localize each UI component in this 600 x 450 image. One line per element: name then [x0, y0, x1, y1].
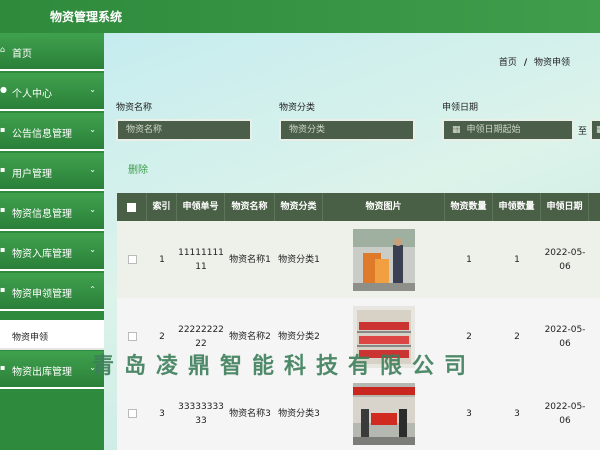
cell-image	[323, 221, 445, 298]
cell-category: 物资分类3	[278, 408, 320, 419]
cell-index: 3	[159, 408, 165, 419]
filter-name-label: 物资名称	[116, 103, 153, 113]
sidebar-item-material-info[interactable]: ▪ 物资信息管理 ⌄	[0, 193, 104, 231]
calendar-icon: ▦	[596, 121, 600, 139]
breadcrumb-separator: /	[523, 58, 528, 68]
filter-category-placeholder: 物资分类	[289, 125, 326, 135]
row-checkbox[interactable]	[127, 332, 137, 341]
cell-date: 2022-05-06	[544, 247, 586, 272]
header-apply-qty: 申领数量	[493, 193, 541, 221]
chevron-down-icon: ⌄	[89, 165, 96, 174]
filter-category-label: 物资分类	[279, 103, 316, 113]
sidebar-item-outbound[interactable]: ▪ 物资出库管理 ⌄	[0, 351, 104, 389]
cell-qty: 1	[466, 254, 472, 265]
sidebar-item-label: 物资入库管理	[12, 249, 72, 260]
breadcrumb: 首页 / 物资申领	[499, 55, 570, 68]
filter-category-input[interactable]: 物资分类	[279, 119, 415, 141]
material-image[interactable]	[353, 382, 415, 445]
filter-date-start-input[interactable]: ▦ 申领日期起始	[442, 119, 574, 141]
user-icon: ●	[0, 85, 7, 94]
filter-date-placeholder: 申领日期起始	[466, 125, 521, 135]
sidebar-item-notice-management[interactable]: ▪ 公告信息管理 ⌄	[0, 113, 104, 151]
header-qty: 物资数量	[445, 193, 493, 221]
sidebar-item-label: 物资申领管理	[12, 289, 72, 300]
sidebar-item-label: 物资信息管理	[12, 209, 72, 220]
main-content: 首页 / 物资申领 物资名称 物资名称 物资分类 物资分类 申领日期 ▦ 申领日期…	[104, 33, 600, 450]
cell-qty: 3	[466, 408, 472, 419]
cell-name: 物资名称3	[229, 408, 271, 419]
cell-order-no: 3333333333	[178, 401, 224, 426]
chevron-down-icon: ⌄	[89, 245, 96, 254]
table-row[interactable]: 3 3333333333 物资名称3 物资分类3 3 3 2022-05-06	[117, 375, 600, 450]
home-icon: ⌂	[0, 45, 6, 54]
table-header: 索引 申领单号 物资名称 物资分类 物资图片 物资数量 申领数量 申领日期	[117, 193, 600, 221]
cell-apply-qty: 3	[514, 408, 520, 419]
delete-button[interactable]: 删除	[128, 161, 148, 176]
cell-order-no: 1111111111	[178, 247, 224, 272]
chevron-down-icon: ⌄	[89, 85, 96, 94]
apply-icon: ▪	[0, 285, 6, 294]
select-all-cell	[117, 193, 147, 221]
outbound-icon: ▪	[0, 363, 6, 372]
breadcrumb-home[interactable]: 首页	[499, 58, 517, 68]
sidebar-item-personal-center[interactable]: ● 个人中心 ⌄	[0, 73, 104, 111]
users-icon: ▪	[0, 165, 6, 174]
cell-name: 物资名称1	[229, 254, 271, 265]
header-category: 物资分类	[275, 193, 323, 221]
sidebar-item-label: 首页	[12, 49, 32, 60]
calendar-icon: ▦	[452, 125, 461, 135]
sidebar-item-label: 个人中心	[12, 89, 52, 100]
company-watermark: 青岛凌鼎智能科技有限公司	[92, 354, 477, 379]
cell-category: 物资分类1	[278, 254, 320, 265]
inbound-icon: ▪	[0, 245, 6, 254]
notice-icon: ▪	[0, 125, 6, 134]
sidebar-item-label: 物资出库管理	[12, 367, 72, 378]
filter-date-end-input[interactable]: ▦	[590, 119, 600, 141]
row-checkbox[interactable]	[127, 255, 137, 264]
cell-image	[323, 375, 445, 450]
sidebar: ⌂ 首页 ● 个人中心 ⌄ ▪ 公告信息管理 ⌄ ▪ 用户管理 ⌄ ▪ 物资信息…	[0, 33, 104, 450]
header-date: 申领日期	[541, 193, 589, 221]
breadcrumb-current: 物资申领	[533, 58, 570, 68]
top-bar: 物资管理系统	[0, 0, 600, 33]
sidebar-item-label: 公告信息管理	[12, 129, 72, 140]
chevron-down-icon: ⌄	[89, 205, 96, 214]
sidebar-item-home[interactable]: ⌂ 首页	[0, 33, 104, 71]
row-select-cell	[117, 375, 147, 450]
cell-date: 2022-05-06	[544, 324, 586, 349]
header-index: 索引	[147, 193, 177, 221]
cell-index: 1	[159, 254, 165, 265]
filter-name-input[interactable]: 物资名称	[116, 119, 252, 141]
sidebar-subitem-apply[interactable]: 物资申领	[0, 320, 104, 350]
row-checkbox[interactable]	[127, 409, 137, 418]
chevron-up-icon: ⌃	[89, 285, 96, 294]
sidebar-item-apply-management[interactable]: ▪ 物资申领管理 ⌃	[0, 273, 104, 311]
header-order-no: 申领单号	[177, 193, 225, 221]
sidebar-item-inbound[interactable]: ▪ 物资入库管理 ⌄	[0, 233, 104, 271]
sidebar-item-label: 用户管理	[12, 169, 52, 180]
app-title: 物资管理系统	[50, 10, 123, 24]
cell-date: 2022-05-06	[544, 401, 586, 426]
row-select-cell	[117, 221, 147, 298]
header-name: 物资名称	[225, 193, 275, 221]
header-image: 物资图片	[323, 193, 445, 221]
filter-date-to-label: 至	[578, 127, 588, 137]
sidebar-item-user-management[interactable]: ▪ 用户管理 ⌄	[0, 153, 104, 191]
chevron-down-icon: ⌄	[89, 125, 96, 134]
material-image[interactable]	[353, 228, 415, 291]
select-all-checkbox[interactable]	[127, 202, 136, 212]
box-icon: ▪	[0, 205, 6, 214]
filter-date-label: 申领日期	[442, 103, 479, 113]
filter-name-placeholder: 物资名称	[126, 125, 163, 135]
cell-apply-qty: 2	[514, 331, 520, 342]
table-row[interactable]: 1 1111111111 物资名称1 物资分类1 1 1 2022-05-06	[117, 221, 600, 298]
cell-apply-qty: 1	[514, 254, 520, 265]
sidebar-subitem-label: 物资申领	[12, 333, 49, 343]
